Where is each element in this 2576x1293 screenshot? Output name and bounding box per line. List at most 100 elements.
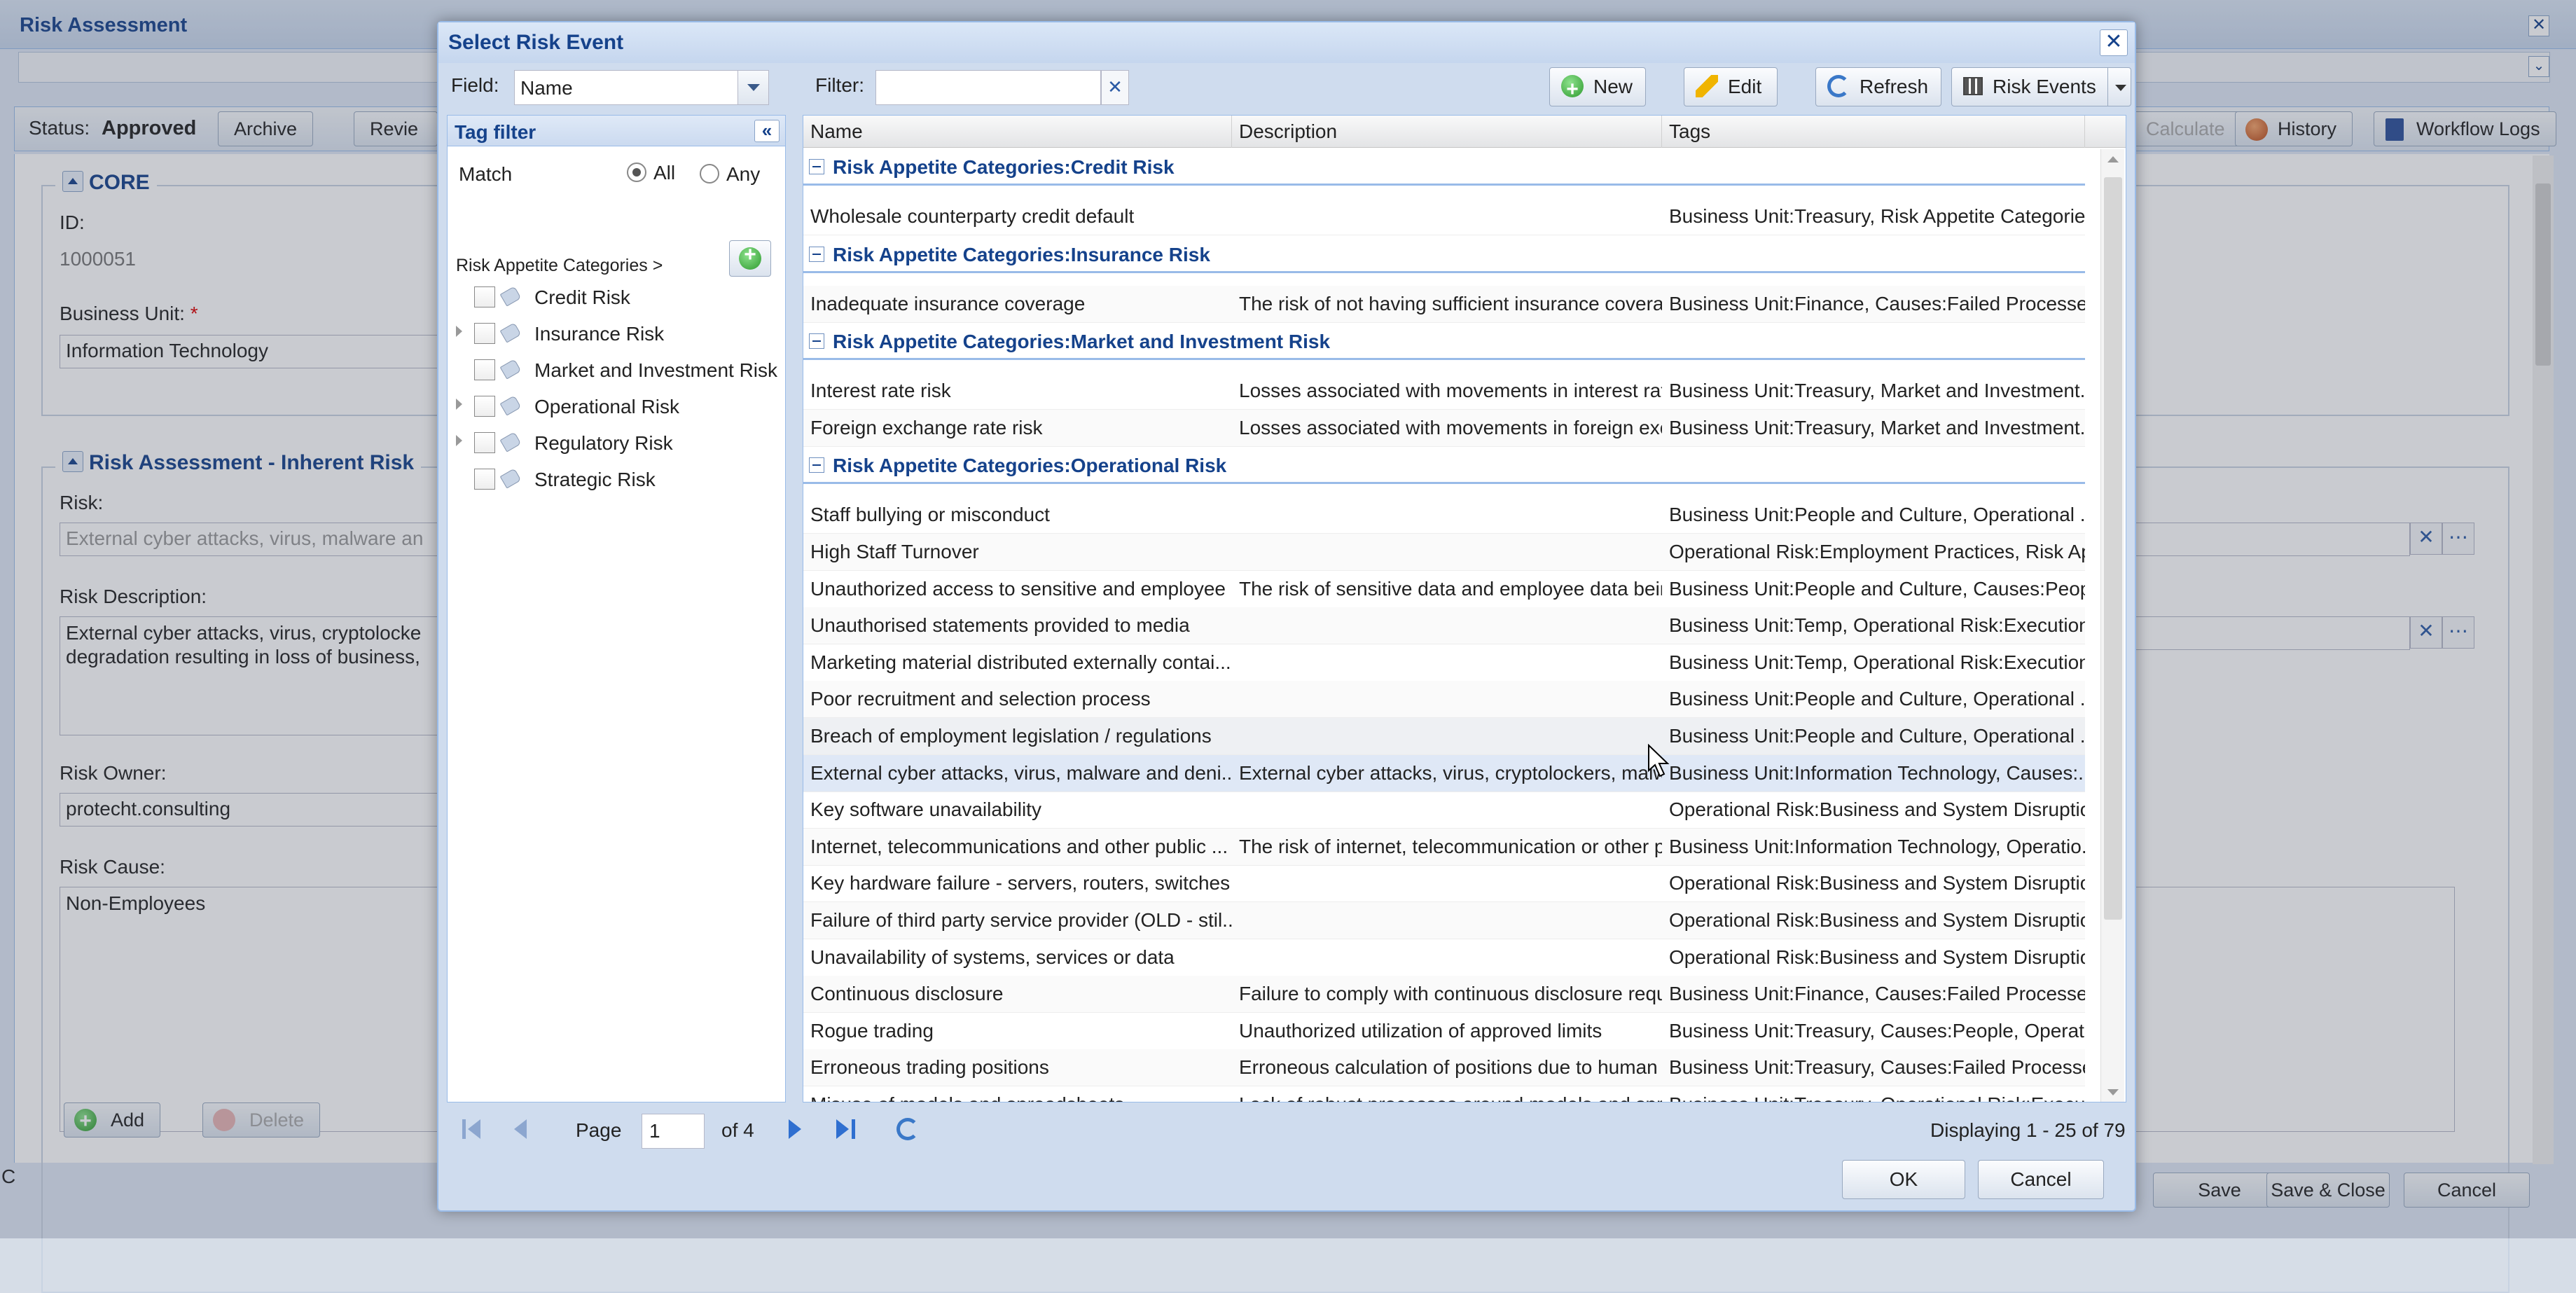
tag-icon [502, 359, 523, 379]
table-row[interactable]: High Staff Turnover Operational Risk:Empl… [803, 534, 2085, 571]
table-row[interactable]: Failure of third party service provider … [803, 902, 2085, 939]
ok-button[interactable]: OK [1842, 1160, 1965, 1199]
edit-label: Edit [1728, 76, 1762, 97]
tag-checkbox[interactable] [474, 396, 495, 417]
cell-description [1232, 902, 1662, 939]
grid-icon [1963, 76, 1983, 95]
new-button[interactable]: New [1549, 67, 1647, 109]
page-label: Page [576, 1119, 622, 1141]
tag-checkbox[interactable] [474, 469, 495, 490]
table-row[interactable]: Foreign exchange rate risk Losses associa… [803, 409, 2085, 447]
table-row[interactable]: Interest rate risk Losses associated with… [803, 373, 2085, 410]
cell-description [1232, 718, 1662, 754]
expand-arrow-icon[interactable] [456, 435, 462, 446]
add-tag-button[interactable] [729, 240, 771, 277]
table-row[interactable]: Wholesale counterparty credit default Bus… [803, 198, 2085, 235]
dialog-toolbar: Field: Name Filter: ✕ New Edit Refresh R… [444, 66, 2132, 112]
cell-description [1232, 939, 1662, 976]
table-row[interactable]: Key software unavailability Operational R… [803, 791, 2085, 829]
cell-description: Lack of robust processes around models a… [1232, 1086, 1662, 1102]
cell-description [1232, 681, 1662, 717]
tag-breadcrumb[interactable]: Risk Appetite Categories > [456, 256, 663, 276]
cell-name: Poor recruitment and selection process [810, 688, 1151, 710]
edit-button[interactable]: Edit [1684, 67, 1778, 106]
scroll-down-icon[interactable] [2107, 1089, 2119, 1095]
scroll-up-icon[interactable] [2107, 156, 2119, 163]
last-page-icon[interactable] [832, 1116, 857, 1142]
dialog-close-icon[interactable]: ✕ [2100, 29, 2128, 56]
table-row[interactable]: Poor recruitment and selection process Bu… [803, 681, 2085, 719]
collapse-group-icon[interactable] [809, 333, 824, 350]
collapse-panel-icon[interactable]: « [754, 120, 780, 142]
cell-name: Unauthorised statements provided to medi… [810, 614, 1190, 637]
cell-tags: Operational Risk:Business and System Dis… [1669, 946, 2085, 968]
cell-description: The risk of sensitive data and employee … [1239, 577, 1662, 600]
tag-checkbox[interactable] [474, 359, 495, 380]
chevron-down-icon[interactable] [2107, 68, 2126, 106]
cell-tags: Business Unit:People and Culture, Operat… [1669, 688, 2085, 710]
tag-node[interactable]: Regulatory Risk [448, 425, 784, 460]
table-row[interactable]: Misuse of models and spreadsheetsLack of… [803, 1086, 2085, 1102]
tag-node[interactable]: Insurance Risk [448, 316, 784, 351]
match-all-radio[interactable]: All [627, 162, 675, 184]
group-header[interactable]: Risk Appetite Categories:Operational Ris… [803, 448, 2085, 485]
collapse-group-icon[interactable] [809, 246, 824, 262]
tag-checkbox[interactable] [474, 432, 495, 453]
radio-icon[interactable] [700, 163, 719, 184]
column-header-name[interactable]: Name [803, 116, 1232, 148]
table-row[interactable]: Unauthorized access to sensitive and emp… [803, 571, 2085, 608]
tag-node[interactable]: Strategic Risk [448, 462, 784, 497]
chevron-down-icon[interactable] [738, 71, 768, 104]
column-header-description[interactable]: Description [1232, 116, 1662, 148]
cell-description: The risk of not having sufficient insura… [1239, 292, 1662, 314]
column-header-tags[interactable]: Tags [1662, 116, 2085, 148]
table-row[interactable]: Marketing material distributed externall… [803, 644, 2085, 682]
cell-name: Staff bullying or misconduct [810, 504, 1050, 526]
table-row[interactable]: Internet, telecommunications and other p… [803, 828, 2085, 866]
cell-name: Inadequate insurance coverage [810, 292, 1086, 314]
group-header[interactable]: Risk Appetite Categories:Market and Inve… [803, 324, 2085, 361]
match-any-radio[interactable]: Any [700, 163, 760, 186]
radio-icon[interactable] [627, 162, 646, 182]
table-row[interactable]: External cyber attacks, virus, malware a… [803, 754, 2085, 792]
tag-node[interactable]: Credit Risk [448, 279, 784, 314]
first-page-icon[interactable] [459, 1116, 485, 1142]
group-header[interactable]: Risk Appetite Categories:Insurance Risk [803, 237, 2085, 273]
next-page-icon[interactable] [782, 1116, 807, 1142]
refresh-button[interactable]: Refresh [1815, 67, 1942, 106]
tag-icon [502, 469, 523, 488]
table-row[interactable]: Erroneous trading positions Erroneous cal… [803, 1049, 2085, 1087]
table-row[interactable]: Rogue trading Unauthorized utilization of… [803, 1013, 2085, 1050]
table-row[interactable]: Breach of employment legislation / regul… [803, 718, 2085, 755]
tag-checkbox[interactable] [474, 323, 495, 344]
table-row[interactable]: Unauthorised statements provided to medi… [803, 607, 2085, 645]
group-title: Risk Appetite Categories:Operational Ris… [833, 455, 1227, 477]
filter-input[interactable] [875, 70, 1101, 105]
table-row[interactable]: Staff bullying or misconduct Business Uni… [803, 497, 2085, 534]
collapse-group-icon[interactable] [809, 159, 824, 174]
table-row[interactable]: Continuous disclosure Failure to comply w… [803, 976, 2085, 1014]
field-combo[interactable]: Name [514, 70, 769, 105]
group-header[interactable]: Risk Appetite Categories:Credit Risk [803, 149, 2085, 186]
cancel-button[interactable]: Cancel [1978, 1160, 2104, 1199]
grid-scrollbar[interactable] [2100, 149, 2124, 1102]
tag-node[interactable]: Operational Risk [448, 389, 784, 424]
expand-arrow-icon[interactable] [456, 399, 462, 410]
cell-tags: Business Unit:Temp, Operational Risk:Exe… [1669, 651, 2085, 673]
table-row[interactable]: Unavailability of systems, services or d… [803, 939, 2085, 976]
grid-header: Name Description Tags [803, 116, 2126, 148]
tag-checkbox[interactable] [474, 286, 495, 307]
risk-events-button[interactable]: Risk Events [1951, 67, 2131, 106]
tag-node[interactable]: Market and Investment Risk [448, 352, 784, 387]
tag-node-label: Operational Risk [534, 396, 679, 417]
page-number-input[interactable]: 1 [642, 1114, 705, 1149]
table-row[interactable]: Key hardware failure - servers, routers,… [803, 865, 2085, 903]
grid-scroll-thumb[interactable] [2104, 177, 2122, 920]
expand-arrow-icon[interactable] [456, 326, 462, 337]
clear-filter-icon[interactable]: ✕ [1101, 70, 1129, 105]
prev-page-icon[interactable] [507, 1116, 532, 1142]
refresh-icon[interactable] [895, 1116, 920, 1142]
collapse-group-icon[interactable] [809, 457, 824, 473]
table-row[interactable]: Inadequate insurance coverage The risk of… [803, 285, 2085, 323]
cell-tags: Business Unit:Finance, Causes:Failed Pro… [1669, 292, 2085, 314]
